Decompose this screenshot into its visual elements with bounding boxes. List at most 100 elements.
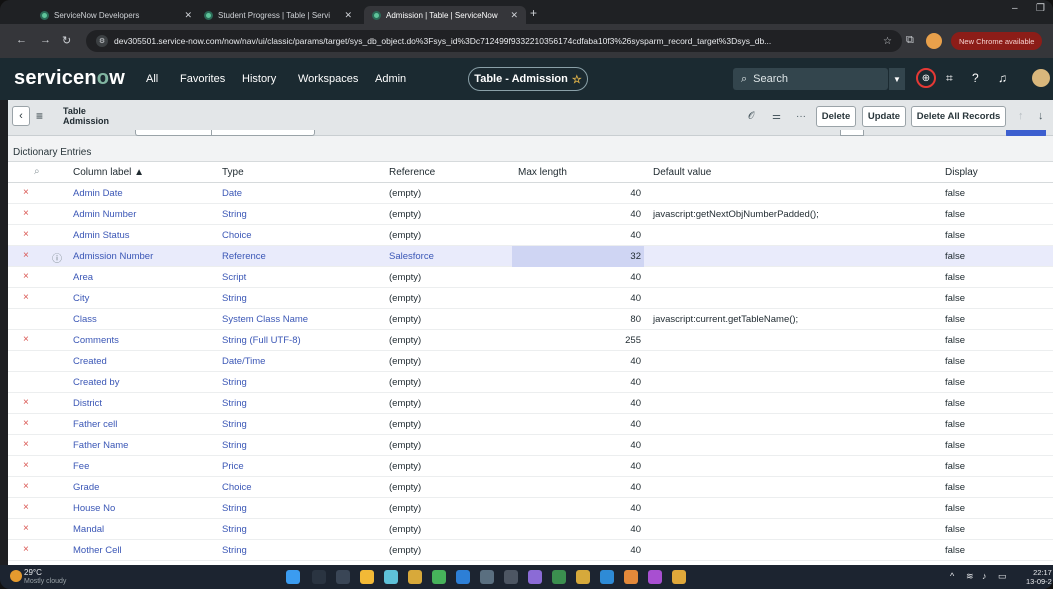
delete-button[interactable]: Delete	[816, 106, 856, 127]
delete-row-icon[interactable]: ×	[23, 523, 29, 534]
minimize-icon[interactable]: –	[1012, 3, 1018, 14]
type-link[interactable]: String	[222, 209, 247, 220]
chrome-app-icon[interactable]	[624, 570, 638, 584]
battery-icon[interactable]: ▭	[998, 571, 1007, 582]
global-search-input[interactable]: ⌕ Search	[733, 68, 888, 90]
delete-row-icon[interactable]: ×	[23, 460, 29, 471]
column-label-link[interactable]: Area	[73, 272, 93, 283]
close-tab-icon[interactable]: ✕	[184, 10, 192, 21]
column-label-link[interactable]: Created by	[73, 377, 119, 388]
type-link[interactable]: String	[222, 440, 247, 451]
delete-all-records-button[interactable]: Delete All Records	[911, 106, 1006, 127]
app-icon[interactable]	[600, 570, 614, 584]
previous-record-icon[interactable]: ↑	[1018, 110, 1024, 122]
column-header-max-length[interactable]: Max length	[518, 167, 567, 178]
type-link[interactable]: Date	[222, 188, 242, 199]
browser-tab-active[interactable]: Admission | Table | ServiceNow ✕	[364, 6, 526, 24]
delete-row-icon[interactable]: ×	[23, 271, 29, 282]
table-row[interactable]: × Mother Cell String (empty) 40 false	[8, 540, 1053, 561]
column-header-label[interactable]: Column label ▲	[73, 167, 144, 178]
chrome-app-icon[interactable]	[408, 570, 422, 584]
new-tab-button[interactable]: +	[530, 6, 537, 20]
table-row[interactable]: × ⓘ Admission Number Reference Salesforce 32 f…	[8, 246, 1053, 267]
table-row[interactable]: × Father cell String (empty) 40 false	[8, 414, 1053, 435]
column-header-type[interactable]: Type	[222, 167, 244, 178]
forward-arrow-icon[interactable]: →	[40, 34, 51, 46]
delete-row-icon[interactable]: ×	[23, 334, 29, 345]
app-icon[interactable]	[552, 570, 566, 584]
store-icon[interactable]	[384, 570, 398, 584]
update-button[interactable]: Update	[862, 106, 906, 127]
column-header-reference[interactable]: Reference	[389, 167, 435, 178]
table-row[interactable]: × Mandal String (empty) 40 false	[8, 519, 1053, 540]
table-row[interactable]: × Admin Status Choice (empty) 40 false	[8, 225, 1053, 246]
vscode-icon[interactable]	[456, 570, 470, 584]
settings-sliders-icon[interactable]: ⚌	[772, 111, 781, 122]
hamburger-menu-icon[interactable]: ≡	[36, 109, 43, 123]
table-row[interactable]: Class System Class Name (empty) 80 javascrip…	[8, 309, 1053, 330]
type-link[interactable]: String	[222, 545, 247, 556]
delete-row-icon[interactable]: ×	[23, 229, 29, 240]
browser-tab[interactable]: Student Progress | Table | Servi ✕	[196, 6, 360, 24]
table-row[interactable]: × Fee Price (empty) 40 false	[8, 456, 1053, 477]
chat-icon[interactable]: ⌗	[946, 71, 953, 86]
clock[interactable]: 22:17 13-09-2	[1026, 568, 1052, 586]
app-icon[interactable]	[528, 570, 542, 584]
column-label-link[interactable]: Mother Cell	[73, 545, 122, 556]
chrome-app-icon[interactable]	[672, 570, 686, 584]
column-label-link[interactable]: District	[73, 398, 102, 409]
app-icon[interactable]	[480, 570, 494, 584]
type-link[interactable]: Date/Time	[222, 356, 265, 367]
menu-workspaces[interactable]: Workspaces	[298, 73, 358, 85]
back-button[interactable]: ‹	[12, 106, 30, 126]
column-label-link[interactable]: Comments	[73, 335, 119, 346]
delete-row-icon[interactable]: ×	[23, 418, 29, 429]
delete-row-icon[interactable]: ×	[23, 502, 29, 513]
column-label-link[interactable]: Father cell	[73, 419, 117, 430]
servicenow-logo[interactable]: servicenow	[14, 67, 125, 90]
column-label-link[interactable]: Father Name	[73, 440, 128, 451]
menu-favorites[interactable]: Favorites	[180, 73, 225, 85]
more-options-icon[interactable]: ···	[796, 111, 806, 122]
reload-icon[interactable]: ↻	[62, 34, 71, 47]
type-link[interactable]: String	[222, 398, 247, 409]
search-scope-dropdown[interactable]: ▼	[889, 68, 905, 90]
column-label-link[interactable]: Fee	[73, 461, 89, 472]
type-link[interactable]: Reference	[222, 251, 266, 262]
tray-chevron-icon[interactable]: ^	[950, 571, 954, 581]
table-row[interactable]: × City String (empty) 40 false	[8, 288, 1053, 309]
reference-cell[interactable]: Salesforce	[389, 251, 434, 262]
close-tab-icon[interactable]: ✕	[344, 10, 352, 21]
column-label-link[interactable]: Class	[73, 314, 97, 325]
task-view-icon[interactable]	[336, 570, 350, 584]
delete-row-icon[interactable]: ×	[23, 481, 29, 492]
chrome-app-icon[interactable]	[576, 570, 590, 584]
attachment-icon[interactable]: 𝒪	[748, 111, 754, 122]
type-link[interactable]: Choice	[222, 482, 252, 493]
table-row[interactable]: × Father Name String (empty) 40 false	[8, 435, 1053, 456]
menu-admin[interactable]: Admin	[375, 73, 406, 85]
bookmark-star-icon[interactable]: ☆	[883, 36, 892, 47]
close-tab-icon[interactable]: ✕	[510, 10, 518, 21]
type-link[interactable]: String	[222, 419, 247, 430]
table-row[interactable]: × Comments String (Full UTF-8) (empty) 255 fa…	[8, 330, 1053, 351]
windows-start-icon[interactable]	[286, 570, 300, 584]
delete-row-icon[interactable]: ×	[23, 187, 29, 198]
column-search-icon[interactable]: ⌕	[34, 166, 40, 177]
type-link[interactable]: String (Full UTF-8)	[222, 335, 301, 346]
table-row[interactable]: × Grade Choice (empty) 40 false	[8, 477, 1053, 498]
column-label-link[interactable]: Admission Number	[73, 251, 153, 262]
file-explorer-icon[interactable]	[360, 570, 374, 584]
type-link[interactable]: System Class Name	[222, 314, 308, 325]
context-pill[interactable]: Table - Admission ☆	[468, 67, 588, 91]
globe-icon[interactable]: ⊕	[916, 68, 936, 88]
delete-row-icon[interactable]: ×	[23, 250, 29, 261]
table-row[interactable]: × District String (empty) 40 false	[8, 393, 1053, 414]
profile-avatar[interactable]	[926, 33, 942, 49]
app-icon[interactable]	[648, 570, 662, 584]
delete-row-icon[interactable]: ×	[23, 292, 29, 303]
table-row[interactable]: Created by String (empty) 40 false	[8, 372, 1053, 393]
extensions-icon[interactable]: ⧉	[906, 34, 914, 47]
delete-row-icon[interactable]: ×	[23, 208, 29, 219]
taskbar-search-icon[interactable]	[312, 570, 326, 584]
